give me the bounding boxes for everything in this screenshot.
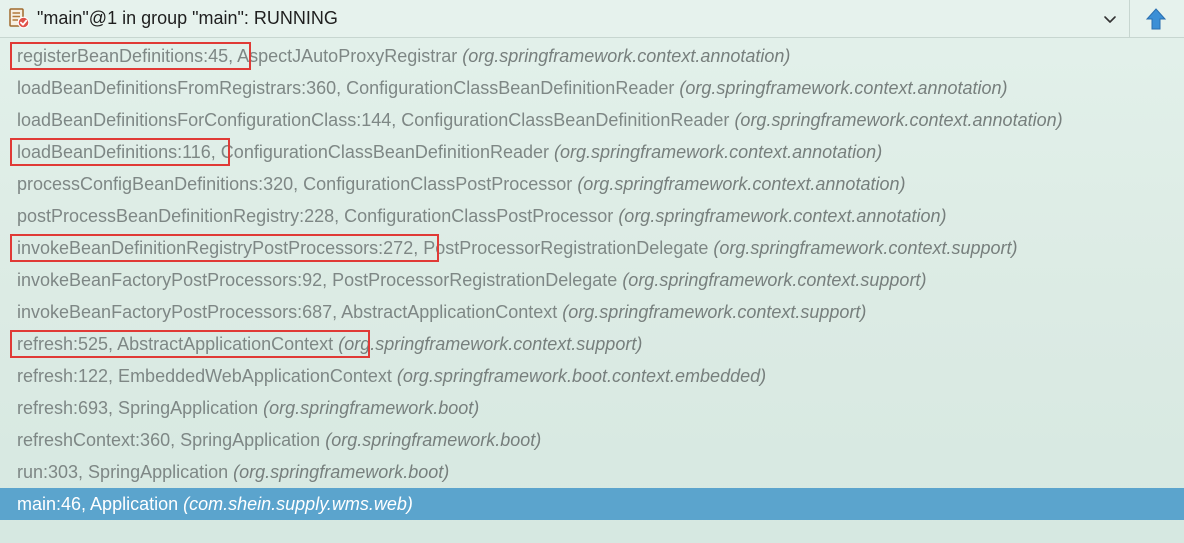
thread-label: "main"@1 in group "main": RUNNING	[37, 8, 338, 28]
frame-package: (org.springframework.context.annotation)	[577, 174, 906, 194]
frame-method: loadBeanDefinitionsForConfigurationClass…	[17, 110, 730, 130]
thread-status-icon	[9, 8, 30, 29]
frame-method: run:303, SpringApplication	[17, 462, 229, 482]
frame-package: (org.springframework.context.support)	[562, 302, 867, 322]
stack-frame[interactable]: invokeBeanDefinitionRegistryPostProcesso…	[0, 232, 1184, 264]
stack-frame-selected[interactable]: main:46, Application (com.shein.supply.w…	[0, 488, 1184, 520]
frame-package: (org.springframework.boot)	[325, 430, 542, 450]
stack-frames-list: registerBeanDefinitions:45, AspectJAutoP…	[0, 40, 1184, 520]
thread-toolbar: "main"@1 in group "main": RUNNING	[0, 0, 1184, 38]
frame-method: loadBeanDefinitionsFromRegistrars:360, C…	[17, 78, 675, 98]
stack-frame[interactable]: refreshContext:360, SpringApplication (o…	[0, 424, 1184, 456]
frame-package: (org.springframework.context.support)	[713, 238, 1018, 258]
frame-method: main:46, Application	[17, 494, 179, 514]
frame-method: invokeBeanFactoryPostProcessors:687, Abs…	[17, 302, 558, 322]
stack-frame[interactable]: registerBeanDefinitions:45, AspectJAutoP…	[0, 40, 1184, 72]
stack-frame[interactable]: postProcessBeanDefinitionRegistry:228, C…	[0, 200, 1184, 232]
stack-frame[interactable]: refresh:525, AbstractApplicationContext …	[0, 328, 1184, 360]
frame-method: refresh:693, SpringApplication	[17, 398, 259, 418]
frame-package: (org.springframework.boot)	[263, 398, 480, 418]
frame-method: processConfigBeanDefinitions:320, Config…	[17, 174, 573, 194]
frame-package: (org.springframework.context.annotation)	[734, 110, 1063, 130]
frame-package: (org.springframework.context.annotation)	[554, 142, 883, 162]
stack-frame[interactable]: run:303, SpringApplication (org.springfr…	[0, 456, 1184, 488]
frame-package: (org.springframework.context.annotation)	[679, 78, 1008, 98]
frame-method: loadBeanDefinitions:116, ConfigurationCl…	[17, 142, 550, 162]
debugger-frames-panel: "main"@1 in group "main": RUNNING regist…	[0, 0, 1184, 543]
frame-method: refreshContext:360, SpringApplication	[17, 430, 321, 450]
frame-method: postProcessBeanDefinitionRegistry:228, C…	[17, 206, 614, 226]
stack-frame[interactable]: invokeBeanFactoryPostProcessors:687, Abs…	[0, 296, 1184, 328]
frame-method: registerBeanDefinitions:45, AspectJAutoP…	[17, 46, 458, 66]
frame-package: (org.springframework.boot)	[233, 462, 450, 482]
thread-selector[interactable]: "main"@1 in group "main": RUNNING	[0, 0, 1130, 37]
frame-package: (org.springframework.context.annotation)	[618, 206, 947, 226]
stack-frame[interactable]: refresh:122, EmbeddedWebApplicationConte…	[0, 360, 1184, 392]
frame-package: (org.springframework.context.support)	[622, 270, 927, 290]
frame-package: (com.shein.supply.wms.web)	[183, 494, 413, 514]
stack-frame[interactable]: processConfigBeanDefinitions:320, Config…	[0, 168, 1184, 200]
stack-frame[interactable]: refresh:693, SpringApplication (org.spri…	[0, 392, 1184, 424]
stack-frame[interactable]: loadBeanDefinitionsFromRegistrars:360, C…	[0, 72, 1184, 104]
frame-package: (org.springframework.context.annotation)	[462, 46, 791, 66]
stack-frame[interactable]: invokeBeanFactoryPostProcessors:92, Post…	[0, 264, 1184, 296]
frame-method: refresh:122, EmbeddedWebApplicationConte…	[17, 366, 392, 386]
frame-method: invokeBeanDefinitionRegistryPostProcesso…	[17, 238, 709, 258]
chevron-down-icon[interactable]	[1100, 9, 1120, 29]
frame-package: (org.springframework.boot.context.embedd…	[396, 366, 767, 386]
frame-package: (org.springframework.context.support)	[338, 334, 643, 354]
frame-method: invokeBeanFactoryPostProcessors:92, Post…	[17, 270, 618, 290]
stack-frame[interactable]: loadBeanDefinitionsForConfigurationClass…	[0, 104, 1184, 136]
arrow-up-icon[interactable]	[1135, 4, 1177, 34]
stack-frame[interactable]: loadBeanDefinitions:116, ConfigurationCl…	[0, 136, 1184, 168]
frame-method: refresh:525, AbstractApplicationContext	[17, 334, 334, 354]
